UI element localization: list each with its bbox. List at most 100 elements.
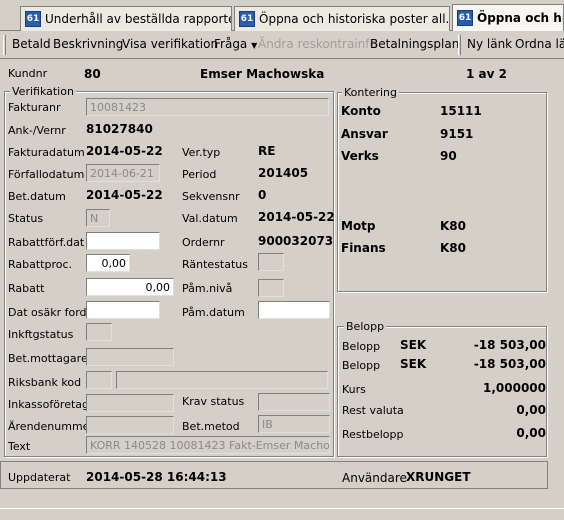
app-icon: 61 xyxy=(457,10,473,26)
rabattproc-label: Rabattproc. xyxy=(8,258,73,271)
kurs-value: 1,000000 xyxy=(482,381,546,395)
motp-label: Motp xyxy=(341,219,376,233)
toolbar-grip[interactable] xyxy=(3,35,6,55)
rantestatus-label: Räntestatus xyxy=(182,258,248,271)
fakturanr-label: Fakturanr xyxy=(8,101,61,114)
betdatum-label: Bet.datum xyxy=(8,190,66,203)
betald-button[interactable]: Betald xyxy=(12,37,51,51)
tab-label: Öppna och histo xyxy=(477,11,563,25)
window-bottom-edge xyxy=(0,508,564,520)
belopp-row1-label: Belopp xyxy=(342,340,381,353)
belopp-title: Belopp xyxy=(344,320,387,333)
period-label: Period xyxy=(182,168,217,181)
tab-label: Underhåll av beställda rapporter xyxy=(45,12,232,26)
belopp-row2-value: -18 503,00 xyxy=(473,357,546,371)
ank-vernr-label: Ank-/Vernr xyxy=(8,124,66,137)
betmetod-field[interactable]: IB xyxy=(258,415,330,433)
fraga-label: Fråga xyxy=(214,37,248,51)
visa-verifikation-button[interactable]: Visa verifikation xyxy=(122,37,218,51)
fakturadatum-value: 2014-05-22 xyxy=(86,144,163,158)
sekvensnr-label: Sekvensnr xyxy=(182,190,240,203)
fraga-menu[interactable]: Fråga ▼ xyxy=(214,37,257,51)
forfallodatum-label: Förfallodatum xyxy=(8,168,85,181)
restbelopp-label: Restbelopp xyxy=(342,428,404,441)
vertyp-value: RE xyxy=(258,144,276,158)
tab-underhall-rapporter[interactable]: 61 Underhåll av beställda rapporter ✕ xyxy=(20,6,232,31)
pamniva-label: Påm.nivå xyxy=(182,282,233,295)
belopp-row2-label: Belopp xyxy=(342,359,381,372)
riksbank-label: Riksbank kod xyxy=(8,376,82,389)
valdatum-value: 2014-05-22 xyxy=(258,210,335,224)
pamdatum-field[interactable] xyxy=(258,301,330,319)
ordernr-label: Ordernr xyxy=(182,236,225,249)
fakturanr-field[interactable]: 10081423 xyxy=(86,98,329,116)
forfallodatum-field[interactable]: 2014-06-21 xyxy=(86,164,160,182)
riksbank-desc-field[interactable] xyxy=(116,371,328,389)
belopp-row1-currency: SEK xyxy=(400,338,427,352)
kravstatus-field[interactable] xyxy=(258,393,330,411)
pamniva-field[interactable] xyxy=(258,279,284,297)
status-field[interactable]: N xyxy=(86,209,110,227)
toolbar-separator xyxy=(458,35,461,55)
arendenummer-field[interactable] xyxy=(86,416,174,434)
tab-strip: 61 Underhåll av beställda rapporter ✕ 61… xyxy=(0,0,564,31)
datosakr-label: Dat osäkr fordr xyxy=(8,306,92,319)
finans-value: K80 xyxy=(440,241,466,255)
rabattproc-field[interactable]: 0,00 xyxy=(86,254,130,272)
text-label: Text xyxy=(8,440,31,453)
datosakr-field[interactable] xyxy=(86,301,160,319)
uppdaterat-label: Uppdaterat xyxy=(8,471,71,484)
sekvensnr-value: 0 xyxy=(258,188,267,202)
anvandare-label: Användare xyxy=(342,471,407,485)
konto-label: Konto xyxy=(341,104,381,118)
rabattforf-label: Rabattförf.dat xyxy=(8,236,85,249)
status-label: Status xyxy=(8,212,44,225)
ansvar-value: 9151 xyxy=(440,127,474,141)
toolbar: Betald Beskrivning Visa verifikation Frå… xyxy=(0,31,564,59)
riksbank-code-field[interactable] xyxy=(86,371,112,389)
pamdatum-label: Påm.datum xyxy=(182,306,245,319)
betmottagare-field[interactable] xyxy=(86,348,174,366)
tab-oppna-historiska-1[interactable]: 61 Öppna och historiska poster all... ✕ xyxy=(234,6,450,31)
kontering-group xyxy=(337,92,547,292)
kundnr-label: Kundnr xyxy=(8,67,48,80)
finans-label: Finans xyxy=(341,241,386,255)
verks-value: 90 xyxy=(440,149,457,163)
verifikation-title: Verifikation xyxy=(10,85,76,98)
betmottagare-label: Bet.mottagare xyxy=(8,352,88,365)
ank-vernr-value: 81027840 xyxy=(86,122,153,136)
beskrivning-button[interactable]: Beskrivning xyxy=(53,37,123,51)
belopp-row1-value: -18 503,00 xyxy=(473,338,546,352)
ny-lank-button[interactable]: Ny länk xyxy=(467,37,512,51)
uppdaterat-value: 2014-05-28 16:44:13 xyxy=(86,470,227,484)
arendenummer-label: Ärendenummer xyxy=(8,420,94,433)
text-field[interactable]: KORR 140528 10081423 Fakt-Emser Machowsk… xyxy=(86,436,330,454)
app-icon: 61 xyxy=(239,11,255,27)
tab-oppna-historiska-2[interactable]: 61 Öppna och histo xyxy=(452,4,564,31)
inkftgstatus-field[interactable] xyxy=(86,323,112,341)
ordernr-value: 900032073 xyxy=(258,234,334,248)
rabatt-field[interactable]: 0,00 xyxy=(86,278,174,296)
rantestatus-field[interactable] xyxy=(258,253,284,271)
rabatt-label: Rabatt xyxy=(8,282,45,295)
inkftgstatus-label: Inkftgstatus xyxy=(8,328,74,341)
betmetod-label: Bet.metod xyxy=(182,420,240,433)
restbelopp-value: 0,00 xyxy=(516,426,546,440)
vertyp-label: Ver.typ xyxy=(182,146,221,159)
motp-value: K80 xyxy=(440,219,466,233)
restvaluta-label: Rest valuta xyxy=(342,404,404,417)
belopp-row2-currency: SEK xyxy=(400,357,427,371)
kurs-label: Kurs xyxy=(342,383,366,396)
pager: 1 av 2 xyxy=(466,67,507,81)
valdatum-label: Val.datum xyxy=(182,212,238,225)
tab-label: Öppna och historiska poster all... xyxy=(259,12,450,26)
restvaluta-value: 0,00 xyxy=(516,403,546,417)
andra-reskontrainfo-button[interactable]: Ändra reskontrainfo xyxy=(258,37,377,51)
inkasso-label: Inkassoföretag xyxy=(8,398,90,411)
inkasso-field[interactable] xyxy=(86,394,174,412)
fakturadatum-label: Fakturadatum xyxy=(8,146,85,159)
rabattforf-field[interactable] xyxy=(86,232,160,250)
konto-value: 15111 xyxy=(440,104,482,118)
ordna-lankar-button[interactable]: Ordna län xyxy=(515,37,564,51)
betalningsplan-button[interactable]: Betalningsplan xyxy=(370,37,459,51)
